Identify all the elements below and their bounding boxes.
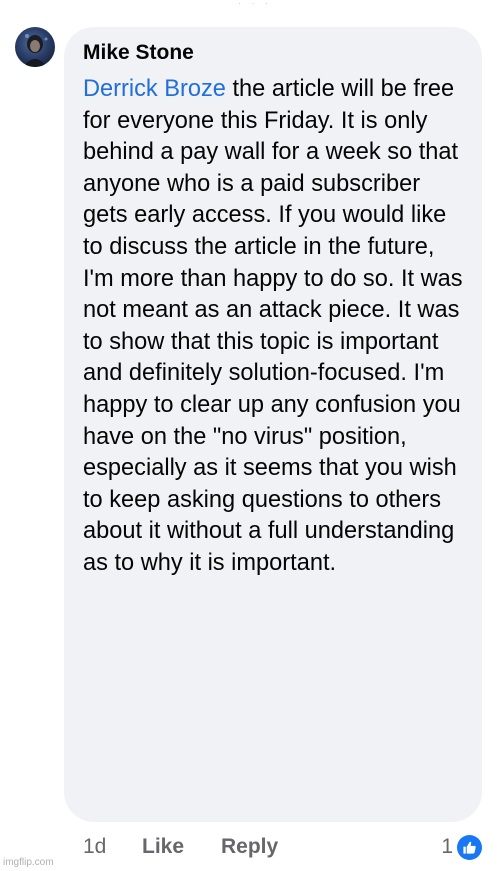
- reaction-count: 1: [441, 835, 453, 858]
- watermark: imgflip.com: [3, 857, 54, 868]
- comment-text: the article will be free for everyone th…: [83, 76, 463, 576]
- reaction-summary[interactable]: 1: [441, 832, 482, 862]
- comment-body: Derrick Broze the article will be free f…: [83, 74, 464, 580]
- avatar-image: [23, 34, 48, 67]
- like-button[interactable]: Like: [142, 832, 184, 862]
- comment-bubble: Mike Stone Derrick Broze the article wil…: [64, 27, 482, 822]
- avatar[interactable]: [15, 27, 55, 67]
- reply-button[interactable]: Reply: [221, 832, 278, 862]
- cropped-previous-content: · · ·: [238, 0, 272, 6]
- comment-author[interactable]: Mike Stone: [83, 41, 464, 65]
- thumbs-up-icon: [457, 834, 482, 860]
- comment-timestamp[interactable]: 1d: [83, 832, 106, 862]
- mention-link[interactable]: Derrick Broze: [83, 76, 226, 102]
